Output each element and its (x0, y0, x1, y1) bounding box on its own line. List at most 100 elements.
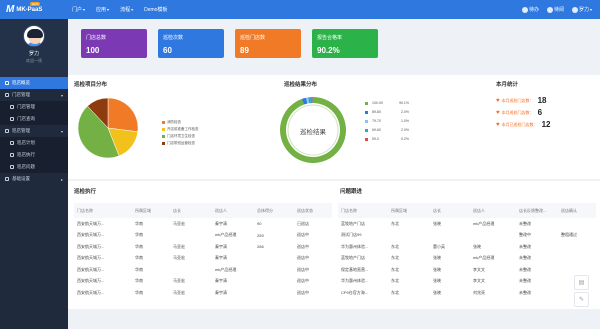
edit-icon: ✎ (578, 297, 585, 303)
nav-process-label: 流程 (120, 7, 131, 13)
todo-button[interactable]: 待办 (521, 6, 539, 13)
stat-card-inspected-stores[interactable]: 巡检门店数 89 (235, 29, 301, 58)
monthly-label: 本月已巡检门店数： (501, 122, 538, 127)
monthly-value: 18 (537, 96, 547, 105)
charts-panel: 巡检项目分布 消防检查 开店前准备工作检查 门店环境卫生检查 门店带班运营检查 … (68, 75, 600, 179)
table-cell: 马亚宏 (173, 220, 185, 226)
stat-label: 巡检次数 (163, 35, 184, 41)
table-cell: 巡店中 (297, 232, 309, 238)
table-row[interactable]: 保定基地直营... 东北 张晓 李文文 未整改 (338, 264, 596, 276)
table-cell: 华南 (135, 289, 143, 295)
column-header[interactable]: 所属区域 (388, 203, 430, 218)
monthly-stats: ♥ 本月巡检门店数： 18 ♥ 本月巡检门店数： 6 ♥ 本月已巡检门店数： 12 (496, 95, 550, 131)
table-row[interactable]: 蓝牧地产门店 东北 张晓 mk产品经理 未整改 (338, 218, 596, 230)
user-name: 罗力 (578, 7, 589, 13)
feedback-button[interactable]: ▤ (574, 275, 589, 290)
legend-pct: 2.0% (401, 110, 409, 114)
legend-label: 79-70 (372, 119, 381, 123)
nav-apps[interactable]: 应用 ▾ (96, 6, 109, 13)
stat-card-pass-rate[interactable]: 报告合格率 90.2% (312, 29, 378, 58)
column-header[interactable]: 店长 (430, 203, 470, 218)
table-row[interactable]: 华为惠州体验... 东北 张晓 李文文 未整改 (338, 276, 596, 288)
nav-demo[interactable]: Demo模板 (144, 6, 167, 13)
table-cell (558, 264, 596, 276)
table-cell (558, 218, 596, 230)
column-header[interactable]: 门店名称 (338, 203, 388, 218)
column-header[interactable]: 店长 (170, 203, 212, 218)
legend-item: 79-70 1.0% (365, 117, 409, 126)
monthly-row: ♥ 本月巡检门店数： 18 (496, 95, 550, 107)
table-row[interactable]: 测试门店99 整改中 整租通过 (338, 230, 596, 242)
chevron-down-icon: ▾ (589, 7, 592, 12)
table-cell: 巡店中 (297, 278, 309, 284)
profile: 罗力 欢迎一线 (0, 19, 68, 77)
nav-portal[interactable]: 门户 ▾ (72, 6, 85, 13)
column-header[interactable]: 门店名称 (74, 203, 132, 218)
column-header[interactable]: 所属区域 (132, 203, 170, 218)
table-row[interactable]: 西安航天城万... 华南 mk产品经理 巡店中 (74, 264, 332, 276)
table-cell: 西安航天城万... (77, 266, 105, 272)
table-cell: 秦宇清 (215, 220, 227, 226)
table-row[interactable]: 西安航天城万... 华南 马亚宏 秦宇清 巡店中 (74, 253, 332, 265)
user-menu[interactable]: 罗力 ▾ (571, 6, 592, 13)
stat-label: 巡检门店数 (240, 35, 266, 41)
toread-button[interactable]: 待阅 (546, 6, 564, 13)
nav-process[interactable]: 流程 ▾ (120, 6, 133, 13)
sidebar-item-inspection-issues[interactable]: 巡店问题 (0, 161, 68, 173)
logo-badge: HOT (30, 2, 41, 6)
bell-icon (521, 6, 528, 13)
table-row[interactable]: 蓝牧地产门店 东北 张晓 mk产品经理 未整改 (338, 253, 596, 265)
table-cell: 秦宇清 (215, 278, 227, 284)
table-cell: 张晓 (433, 266, 441, 272)
heart-icon: ♥ (496, 110, 500, 116)
table-row[interactable]: 西安航天城万... 华南 马亚宏 秦宇清 90 已巡店 (74, 218, 332, 230)
stat-value: 89 (240, 46, 249, 55)
table-cell: 测试门店99 (341, 232, 362, 238)
document-icon: ▤ (578, 280, 585, 286)
app-logo[interactable]: M HOT MK-PaaS (0, 0, 68, 19)
legend-item: 69-60 2.0% (365, 126, 409, 135)
edit-button[interactable]: ✎ (574, 292, 589, 307)
monthly-label: 本月巡检门店数： (501, 110, 534, 115)
stat-card-inspections[interactable]: 巡检次数 60 (158, 29, 224, 58)
table-row[interactable]: 华为惠州体验... 东北 董小英 张晓 未整改 (338, 241, 596, 253)
column-header[interactable]: 巡店人 (470, 203, 516, 218)
table-cell (254, 287, 294, 299)
table-row[interactable]: 西安航天城万... 华南 mk产品经理 259 巡店中 (74, 230, 332, 242)
column-header[interactable]: 巡店人 (212, 203, 254, 218)
table-cell: 马亚宏 (173, 278, 185, 284)
avatar[interactable] (23, 25, 45, 47)
sidebar-item-overview[interactable]: 巡店概览 (0, 77, 68, 89)
table-row[interactable]: CP9仓官方海... 东北 张晓 刘兆亮 未整改 (338, 287, 596, 299)
table-header-row: 门店名称 所属区域 店长 巡店人 店长反馈整改... 巡店确认 (338, 203, 596, 218)
legend-item: 开店前准备工作检查 (162, 126, 199, 133)
pie-slice[interactable] (107, 97, 138, 133)
sidebar-item-inspection-plan[interactable]: 巡店计划 (0, 137, 68, 149)
table-cell: 华南 (135, 243, 143, 249)
sidebar-item-store-query[interactable]: 门店查询 (0, 113, 68, 125)
column-header[interactable]: 巡店状态 (294, 203, 332, 218)
column-header[interactable]: 巡店确认 (558, 203, 596, 218)
table-cell: 西安航天城万... (77, 220, 105, 226)
column-header[interactable]: 店长反馈整改... (516, 203, 558, 218)
logo-text: MK-PaaS (16, 6, 43, 13)
table-cell: 华南 (135, 278, 143, 284)
table-row[interactable]: 西安航天城万... 华南 马亚宏 秦宇清 巡店中 (74, 287, 332, 299)
table-cell: 秦宇清 (215, 289, 227, 295)
top-bar: M HOT MK-PaaS 门户 ▾ 应用 ▾ 流程 ▾ Demo模板 待办 待阅 罗… (0, 0, 600, 19)
table-cell: mk产品经理 (215, 266, 237, 272)
sidebar-item-store-manage[interactable]: 门店管理 (0, 101, 68, 113)
sidebar-item-settings[interactable]: 基础设置 ▸ (0, 173, 68, 185)
sidebar-item-inspection-mgmt[interactable]: 巡店管理 ▾ (0, 125, 68, 137)
column-header[interactable]: 总体得分 (254, 203, 294, 218)
table-row[interactable]: 西安航天城万... 华南 马亚宏 秦宇清 巡店中 (74, 276, 332, 288)
table-cell: 华为惠州体验... (341, 243, 369, 249)
sidebar-item-inspection-exec[interactable]: 巡店执行 (0, 149, 68, 161)
tables-panel: 巡检执行 门店名称 所属区域 店长 巡店人 总体得分 巡店状态 西安航天城万..… (68, 181, 600, 309)
table-cell: 华南 (135, 220, 143, 226)
table-cell: 李文文 (473, 278, 485, 284)
stat-card-stores[interactable]: 门店总数 100 (81, 29, 147, 58)
sidebar-item-store-mgmt[interactable]: 门店管理 ▾ (0, 89, 68, 101)
table-row[interactable]: 西安航天城万... 华南 马亚宏 秦宇清 266 巡店中 (74, 241, 332, 253)
legend-pct: 1.0% (401, 119, 409, 123)
